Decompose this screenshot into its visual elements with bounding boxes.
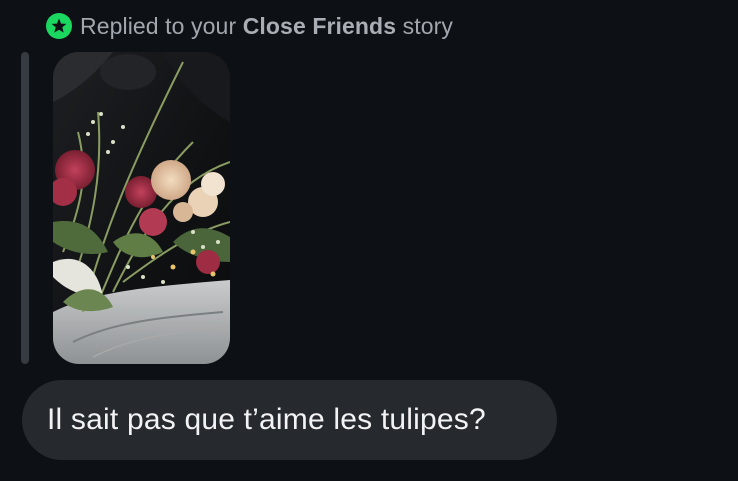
close-friends-star-icon	[46, 13, 72, 39]
reply-header-suffix: story	[396, 12, 453, 39]
message-thread: Replied to your Close Friends story Il s…	[0, 0, 738, 481]
message-bubble[interactable]: Il sait pas que t’aime les tulipes?	[22, 380, 557, 460]
reply-header-prefix: Replied to your	[80, 12, 243, 39]
story-thumbnail[interactable]	[53, 52, 230, 364]
message-text: Il sait pas que t’aime les tulipes?	[47, 403, 486, 436]
story-flowers-image	[53, 52, 230, 364]
close-friends-label: Close Friends	[242, 12, 397, 39]
reply-header-text: Replied to your Close Friends story	[80, 13, 453, 40]
reply-quote-bar	[21, 52, 29, 364]
story-reply-header: Replied to your Close Friends story	[46, 10, 453, 42]
